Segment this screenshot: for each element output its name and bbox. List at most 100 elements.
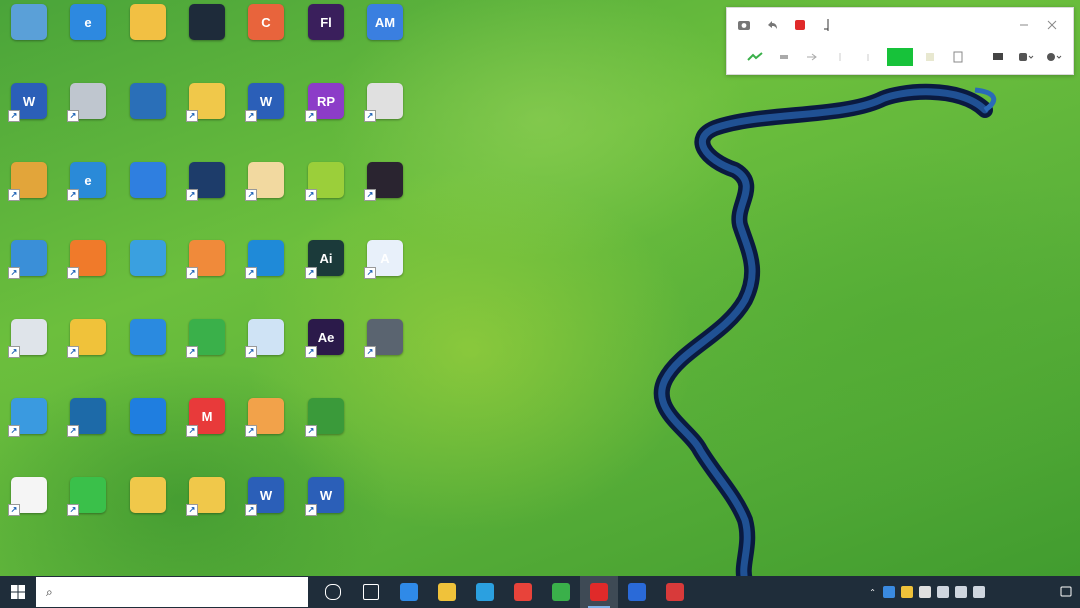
taskbar-app-edge[interactable]: [466, 576, 504, 608]
desktop-icon[interactable]: [0, 4, 58, 78]
desktop-icon[interactable]: ↗: [356, 319, 414, 393]
desktop-icon[interactable]: M ↗: [178, 398, 236, 472]
app-icon: C: [248, 4, 284, 40]
text-cursor-icon[interactable]: [817, 14, 839, 36]
shortcut-arrow-icon: ↗: [186, 425, 198, 437]
desktop-icon[interactable]: Fl: [297, 4, 355, 78]
close-icon[interactable]: [1041, 14, 1063, 36]
line-icon[interactable]: [829, 46, 851, 68]
desktop-icon[interactable]: ↗: [178, 477, 236, 551]
desktop-icon[interactable]: C: [237, 4, 295, 78]
user-dropdown-icon[interactable]: [1043, 46, 1065, 68]
desktop-icon[interactable]: e: [59, 4, 117, 78]
desktop-icon[interactable]: ↗: [356, 83, 414, 157]
desktop-icon[interactable]: W ↗: [237, 83, 295, 157]
tray-app-icon[interactable]: [883, 586, 895, 598]
network-icon[interactable]: [937, 586, 949, 598]
desktop-icon[interactable]: W ↗: [0, 83, 58, 157]
app-icon: Ai ↗: [305, 240, 344, 279]
desktop-icon[interactable]: W ↗: [297, 477, 355, 551]
start-button[interactable]: [0, 576, 36, 608]
desktop-icon[interactable]: ↗: [0, 162, 58, 236]
desktop-icon[interactable]: ↗: [0, 319, 58, 393]
desktop-icon[interactable]: A ↗: [356, 240, 414, 314]
desktop-icon[interactable]: Ae ↗: [297, 319, 355, 393]
tray-app-icon[interactable]: [901, 586, 913, 598]
shortcut-arrow-icon: ↗: [186, 189, 198, 201]
taskbar-app-file-explorer[interactable]: [428, 576, 466, 608]
desktop-icon[interactable]: [178, 4, 236, 78]
desktop-icon[interactable]: ↗: [297, 398, 355, 472]
shortcut-arrow-icon: ↗: [245, 267, 257, 279]
shortcut-arrow-icon: ↗: [8, 267, 20, 279]
taskbar-app-red-app[interactable]: [656, 576, 694, 608]
desktop-icon[interactable]: ↗: [178, 319, 236, 393]
desktop-icon[interactable]: Ai ↗: [297, 240, 355, 314]
blank-canvas-icon[interactable]: [947, 46, 969, 68]
desktop-icon[interactable]: ↗: [237, 162, 295, 236]
desktop-icon[interactable]: ↗: [237, 240, 295, 314]
shortcut-arrow-icon: ↗: [305, 425, 317, 437]
app-icon: ↗: [67, 83, 106, 122]
desktop-icon[interactable]: [119, 240, 177, 314]
shortcut-arrow-icon: ↗: [305, 504, 317, 516]
undo-icon[interactable]: [761, 14, 783, 36]
desktop-icon[interactable]: [119, 477, 177, 551]
app-icon: RP ↗: [305, 83, 344, 122]
shortcut-arrow-icon: ↗: [245, 189, 257, 201]
taskbar-app-monitor[interactable]: [618, 576, 656, 608]
desktop-icon[interactable]: ↗: [59, 240, 117, 314]
desktop-icon[interactable]: ↗: [178, 162, 236, 236]
app-icon: ↗: [245, 398, 284, 437]
desktop-icon[interactable]: ↗: [59, 477, 117, 551]
desktop-icon[interactable]: [119, 83, 177, 157]
taskbar-app-chrome[interactable]: [504, 576, 542, 608]
desktop-icon[interactable]: ↗: [59, 83, 117, 157]
desktop-icon[interactable]: ↗: [297, 162, 355, 236]
chevron-up-icon[interactable]: ⌃: [869, 588, 876, 597]
desktop-icon[interactable]: ↗: [59, 319, 117, 393]
desktop-icon[interactable]: ↗: [356, 162, 414, 236]
taskbar-app-wechat[interactable]: [542, 576, 580, 608]
taskbar-app-task-view[interactable]: [314, 576, 352, 608]
desktop-icon[interactable]: [119, 162, 177, 236]
desktop-icon[interactable]: AM: [356, 4, 414, 78]
shortcut-arrow-icon: ↗: [67, 110, 79, 122]
tray-app-icon[interactable]: [919, 586, 931, 598]
desktop-icon[interactable]: ↗: [0, 398, 58, 472]
taskbar-search-box[interactable]: ⌕: [36, 577, 308, 607]
desktop-icon[interactable]: [119, 319, 177, 393]
desktop-icon[interactable]: ↗: [0, 240, 58, 314]
recorder-icon: [590, 583, 608, 601]
record-stop-button[interactable]: [789, 14, 811, 36]
pen-icon[interactable]: [745, 46, 767, 68]
input-method-icon[interactable]: [973, 586, 985, 598]
desktop-icon[interactable]: ↗: [178, 240, 236, 314]
minimize-icon[interactable]: [1013, 14, 1035, 36]
color-swatch-green[interactable]: [887, 48, 913, 66]
highlight-icon[interactable]: [919, 46, 941, 68]
volume-icon[interactable]: [955, 586, 967, 598]
arrow-icon[interactable]: [801, 46, 823, 68]
notification-button[interactable]: [1052, 576, 1080, 608]
desktop-icon[interactable]: ↗: [237, 319, 295, 393]
settings-dropdown-icon[interactable]: [1015, 46, 1037, 68]
shape-icon[interactable]: [857, 46, 879, 68]
eraser-icon[interactable]: [773, 46, 795, 68]
desktop-icon[interactable]: ↗: [59, 398, 117, 472]
desktop-icon[interactable]: [119, 4, 177, 78]
desktop-icon[interactable]: ↗: [178, 83, 236, 157]
camera-icon[interactable]: [733, 14, 755, 36]
desktop-icon[interactable]: ↗: [237, 398, 295, 472]
desktop-icon[interactable]: [119, 398, 177, 472]
desktop-icon[interactable]: e ↗: [59, 162, 117, 236]
taskbar-app-multitask[interactable]: [352, 576, 390, 608]
desktop-icon[interactable]: RP ↗: [297, 83, 355, 157]
taskbar-app-app-blue-bird[interactable]: [390, 576, 428, 608]
shortcut-arrow-icon: ↗: [305, 110, 317, 122]
shortcut-arrow-icon: ↗: [245, 425, 257, 437]
screen-icon[interactable]: [987, 46, 1009, 68]
taskbar-app-recorder[interactable]: [580, 576, 618, 608]
desktop-icon[interactable]: ↗: [0, 477, 58, 551]
desktop-icon[interactable]: W ↗: [237, 477, 295, 551]
